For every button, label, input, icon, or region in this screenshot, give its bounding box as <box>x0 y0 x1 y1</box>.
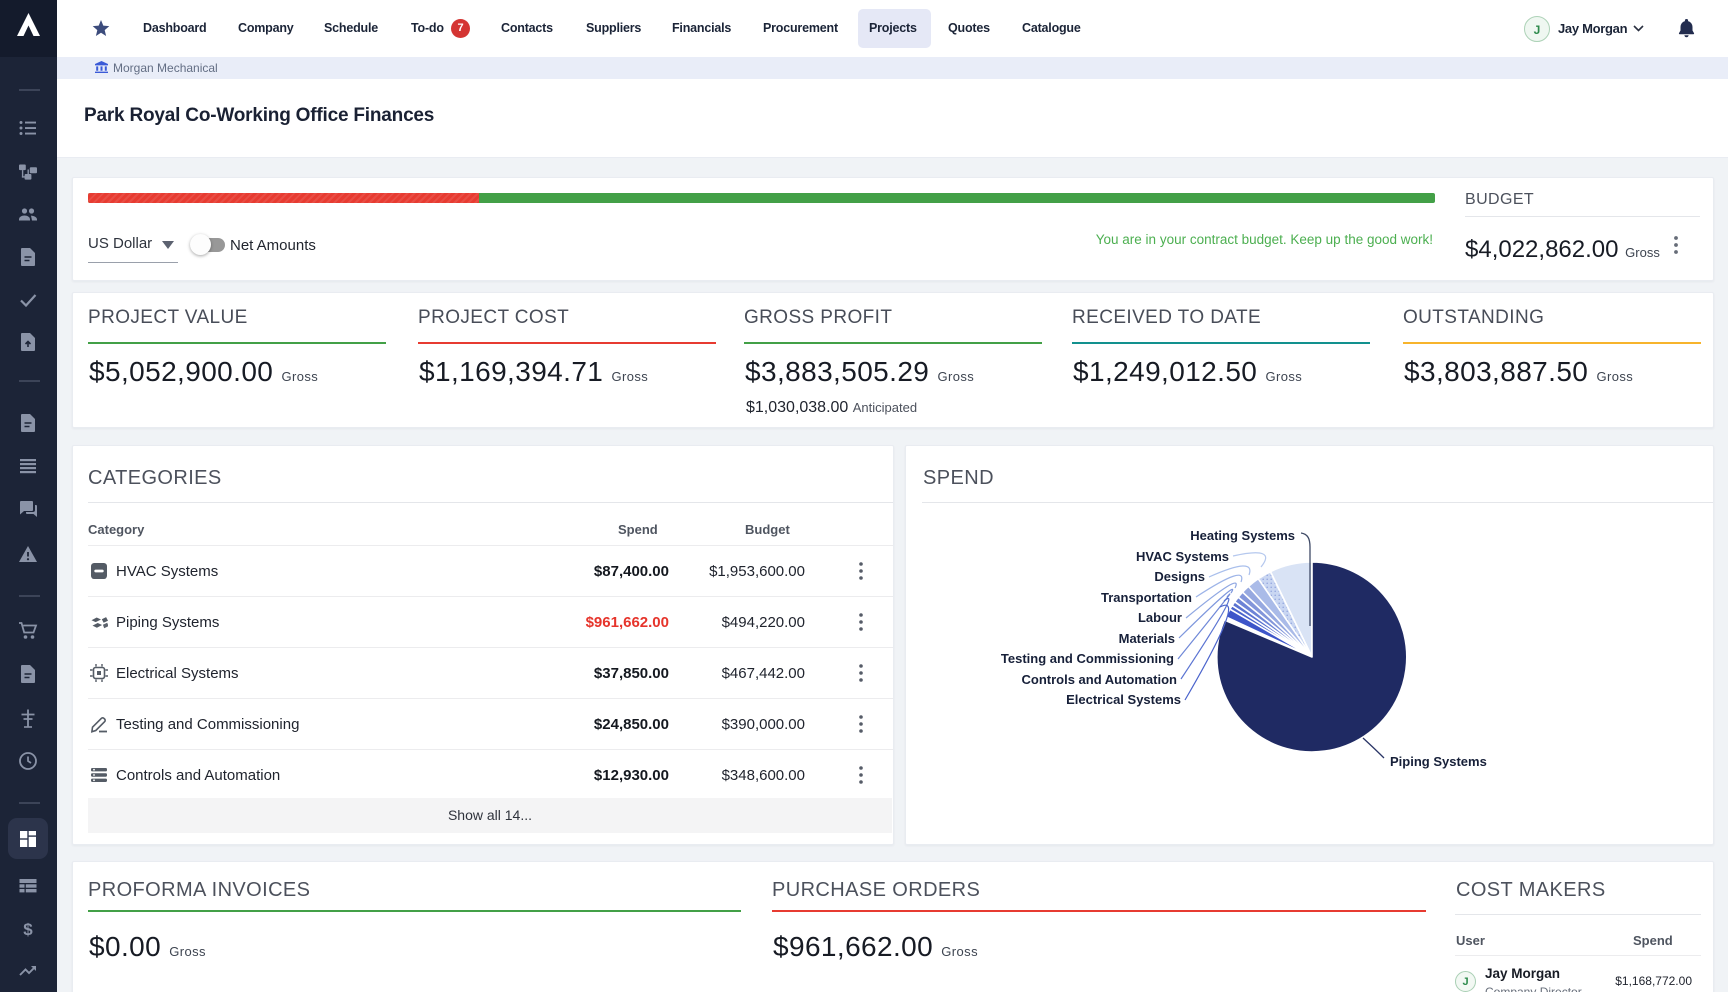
svg-text:Piping Systems: Piping Systems <box>1390 754 1487 769</box>
svg-text:Labour: Labour <box>1138 610 1182 625</box>
svg-text:HVAC Systems: HVAC Systems <box>1136 549 1229 564</box>
svg-text:Controls and Automation: Controls and Automation <box>1021 672 1177 687</box>
svg-text:Testing and Commissioning: Testing and Commissioning <box>1001 651 1174 666</box>
svg-text:$: $ <box>23 920 33 939</box>
svg-text:Materials: Materials <box>1119 631 1175 646</box>
svg-text:Heating Systems: Heating Systems <box>1190 528 1295 543</box>
svg-text:Transportation: Transportation <box>1101 590 1192 605</box>
svg-text:Designs: Designs <box>1154 569 1205 584</box>
svg-text:Electrical Systems: Electrical Systems <box>1066 692 1181 707</box>
